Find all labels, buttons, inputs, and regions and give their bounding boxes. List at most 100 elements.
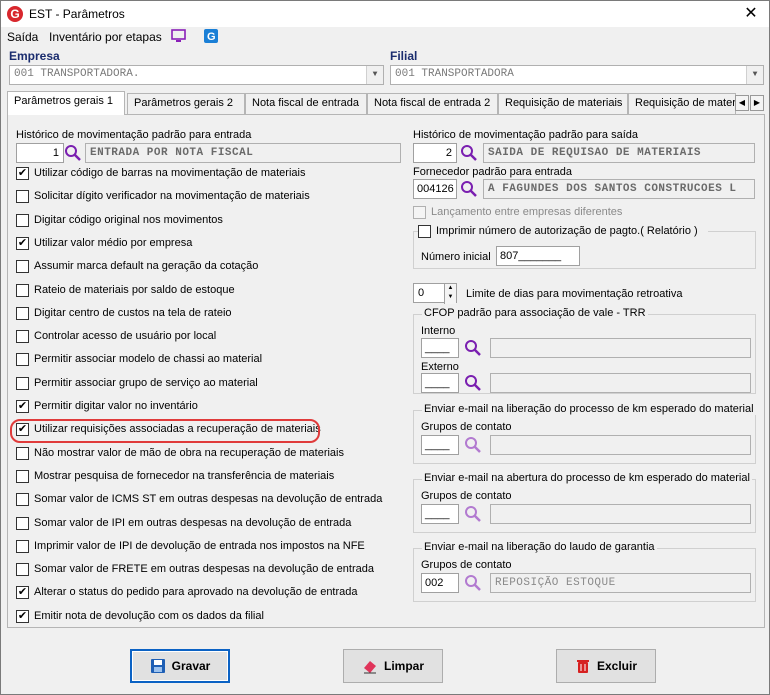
option-label: Imprimir valor de IPI de devolução de en… [34, 540, 365, 552]
option-label: Somar valor de ICMS ST em outras despesa… [34, 493, 383, 505]
clear-button[interactable]: Limpar [343, 649, 443, 683]
option-checkbox-row[interactable]: Não mostrar valor de mão de obra na recu… [16, 446, 406, 462]
option-checkbox-row[interactable]: Permitir associar modelo de chassi ao ma… [16, 352, 406, 368]
search-icon[interactable] [464, 505, 482, 523]
cfop-internal-input[interactable]: ____ [421, 338, 459, 358]
checkbox-box[interactable] [16, 214, 29, 227]
email-km-release-groups-label: Grupos de contato [421, 421, 512, 433]
checkmark-icon[interactable]: ✔ [16, 586, 29, 599]
tab-invoice-in[interactable]: Nota fiscal de entrada [245, 93, 367, 115]
window-title: EST - Parâmetros [29, 7, 125, 21]
option-checkbox-row[interactable]: Controlar acesso de usuário por local [16, 329, 406, 345]
checkbox-box[interactable] [16, 330, 29, 343]
search-icon[interactable] [464, 374, 482, 392]
history-out-desc: SAIDA DE REQUISAO DE MATERIAIS [483, 143, 755, 163]
checkbox-box[interactable] [16, 540, 29, 553]
checkbox-box[interactable] [16, 307, 29, 320]
email-km-open-desc [490, 504, 751, 524]
option-checkbox-row[interactable]: Permitir associar grupo de serviço ao ma… [16, 376, 406, 392]
checkbox-box[interactable] [16, 517, 29, 530]
email-warranty-input[interactable]: 002 [421, 573, 459, 593]
search-icon[interactable] [64, 144, 82, 162]
chevron-down-icon[interactable]: ▼ [746, 66, 763, 84]
search-icon[interactable] [464, 339, 482, 357]
history-in-label: Histórico de movimentação padrão para en… [16, 129, 252, 141]
checkbox-box[interactable] [16, 447, 29, 460]
print-auth-checkbox[interactable]: Imprimir número de autorização de pagto.… [418, 224, 708, 240]
cfop-internal-label: Interno [421, 325, 456, 337]
option-checkbox-row[interactable]: Digitar centro de custos na tela de rate… [16, 306, 406, 322]
option-label: Digitar centro de custos na tela de rate… [34, 307, 232, 319]
option-checkbox-row[interactable]: ✔ Utilizar código de barras na movimentaç… [16, 166, 406, 182]
supplier-desc: A FAGUNDES DOS SANTOS CONSTRUCOES L [483, 179, 755, 199]
email-km-release-input[interactable]: ____ [421, 435, 459, 455]
option-checkbox-row[interactable]: ✔ Permitir digitar valor no inventário [16, 399, 406, 415]
initial-number-input[interactable]: 807_______ [496, 246, 580, 266]
tab-scroll-right-icon[interactable]: ▶ [750, 95, 764, 111]
checkbox-box[interactable] [418, 225, 431, 238]
checkmark-icon[interactable]: ✔ [16, 167, 29, 180]
tab-material-requisition[interactable]: Requisição de materiais [498, 93, 628, 115]
email-km-open-input[interactable]: ____ [421, 504, 459, 524]
option-label: Emitir nota de devolução com os dados da… [34, 610, 264, 622]
branch-select[interactable]: 001 TRANSPORTADORA ▼ [390, 65, 764, 85]
checkmark-icon[interactable]: ✔ [16, 610, 29, 623]
retro-days-input[interactable]: 0 ▲ ▼ [413, 283, 457, 304]
checkbox-box[interactable] [16, 190, 29, 203]
company-select[interactable]: 001 TRANSPORTADORA. ▼ [9, 65, 384, 85]
cfop-external-input[interactable]: ____ [421, 373, 459, 393]
checkbox-box [413, 206, 426, 219]
supplier-label: Fornecedor padrão para entrada [413, 166, 572, 178]
tab-scroll-left-icon[interactable]: ◀ [735, 95, 749, 111]
history-out-code[interactable]: 2 [413, 143, 457, 163]
search-icon[interactable] [464, 574, 482, 592]
save-button[interactable]: Gravar [130, 649, 230, 683]
cfop-external-desc [490, 373, 751, 393]
close-button[interactable]: ✕ [741, 4, 761, 24]
history-out-label: Histórico de movimentação padrão para sa… [413, 129, 639, 141]
company-label: Empresa [9, 49, 60, 63]
retro-days-value: 0 [418, 287, 425, 299]
checkbox-box[interactable] [16, 353, 29, 366]
inter-company-label: Lançamento entre empresas diferentes [431, 206, 623, 218]
checkbox-box[interactable] [16, 260, 29, 273]
option-checkbox-row[interactable]: Somar valor de ICMS ST em outras despesa… [16, 492, 406, 508]
option-checkbox-row[interactable]: ✔ Utilizar valor médio por empresa [16, 236, 406, 252]
history-in-code[interactable]: 1 [16, 143, 64, 163]
option-checkbox-row[interactable]: ✔ Alterar o status do pedido para aprovad… [16, 585, 406, 601]
checkbox-box[interactable] [16, 563, 29, 576]
history-in-desc: ENTRADA POR NOTA FISCAL [85, 143, 401, 163]
checkbox-box[interactable] [16, 284, 29, 297]
option-checkbox-row[interactable]: Solicitar dígito verificador na moviment… [16, 189, 406, 205]
checkbox-box[interactable] [16, 493, 29, 506]
monitor-icon[interactable] [171, 29, 186, 43]
tab-general-params-2[interactable]: Parâmetros gerais 2 [127, 93, 245, 115]
option-checkbox-row[interactable]: Mostrar pesquisa de fornecedor na transf… [16, 469, 406, 485]
search-icon[interactable] [460, 144, 478, 162]
tab-material-requisition-2[interactable]: Requisição de materi [628, 93, 736, 115]
option-checkbox-row[interactable]: ✔ Emitir nota de devolução com os dados d… [16, 609, 406, 625]
option-checkbox-row[interactable]: Digitar código original nos movimentos [16, 213, 406, 229]
chevron-down-icon[interactable]: ▼ [366, 66, 383, 84]
option-checkbox-row[interactable]: Assumir marca default na geração da cota… [16, 259, 406, 275]
menu-inventory[interactable]: Inventário por etapas [49, 30, 162, 44]
checkbox-box[interactable] [16, 470, 29, 483]
delete-button[interactable]: Excluir [556, 649, 656, 683]
spinner-arrows-icon[interactable]: ▲ ▼ [444, 284, 456, 304]
option-checkbox-row[interactable]: Somar valor de FRETE em outras despesas … [16, 562, 406, 578]
supplier-code[interactable]: 004126 [413, 179, 457, 199]
option-checkbox-row[interactable]: Imprimir valor de IPI de devolução de en… [16, 539, 406, 555]
checkmark-icon[interactable]: ✔ [16, 400, 29, 413]
checkbox-box[interactable] [16, 377, 29, 390]
app-g-icon[interactable]: G [204, 29, 219, 43]
tab-invoice-in-2[interactable]: Nota fiscal de entrada 2 [367, 93, 498, 115]
search-icon[interactable] [460, 180, 478, 198]
option-checkbox-row[interactable]: Rateio de materiais por saldo de estoque [16, 283, 406, 299]
email-km-open-groups-label: Grupos de contato [421, 490, 512, 502]
option-checkbox-row[interactable]: Somar valor de IPI em outras despesas na… [16, 516, 406, 532]
checkmark-icon[interactable]: ✔ [16, 237, 29, 250]
tab-general-params-1[interactable]: Parâmetros gerais 1 [7, 91, 125, 115]
search-icon[interactable] [464, 436, 482, 454]
menu-exit[interactable]: Saída [7, 30, 38, 44]
main-window: G EST - Parâmetros ✕ Saída Inventário po… [0, 0, 770, 695]
